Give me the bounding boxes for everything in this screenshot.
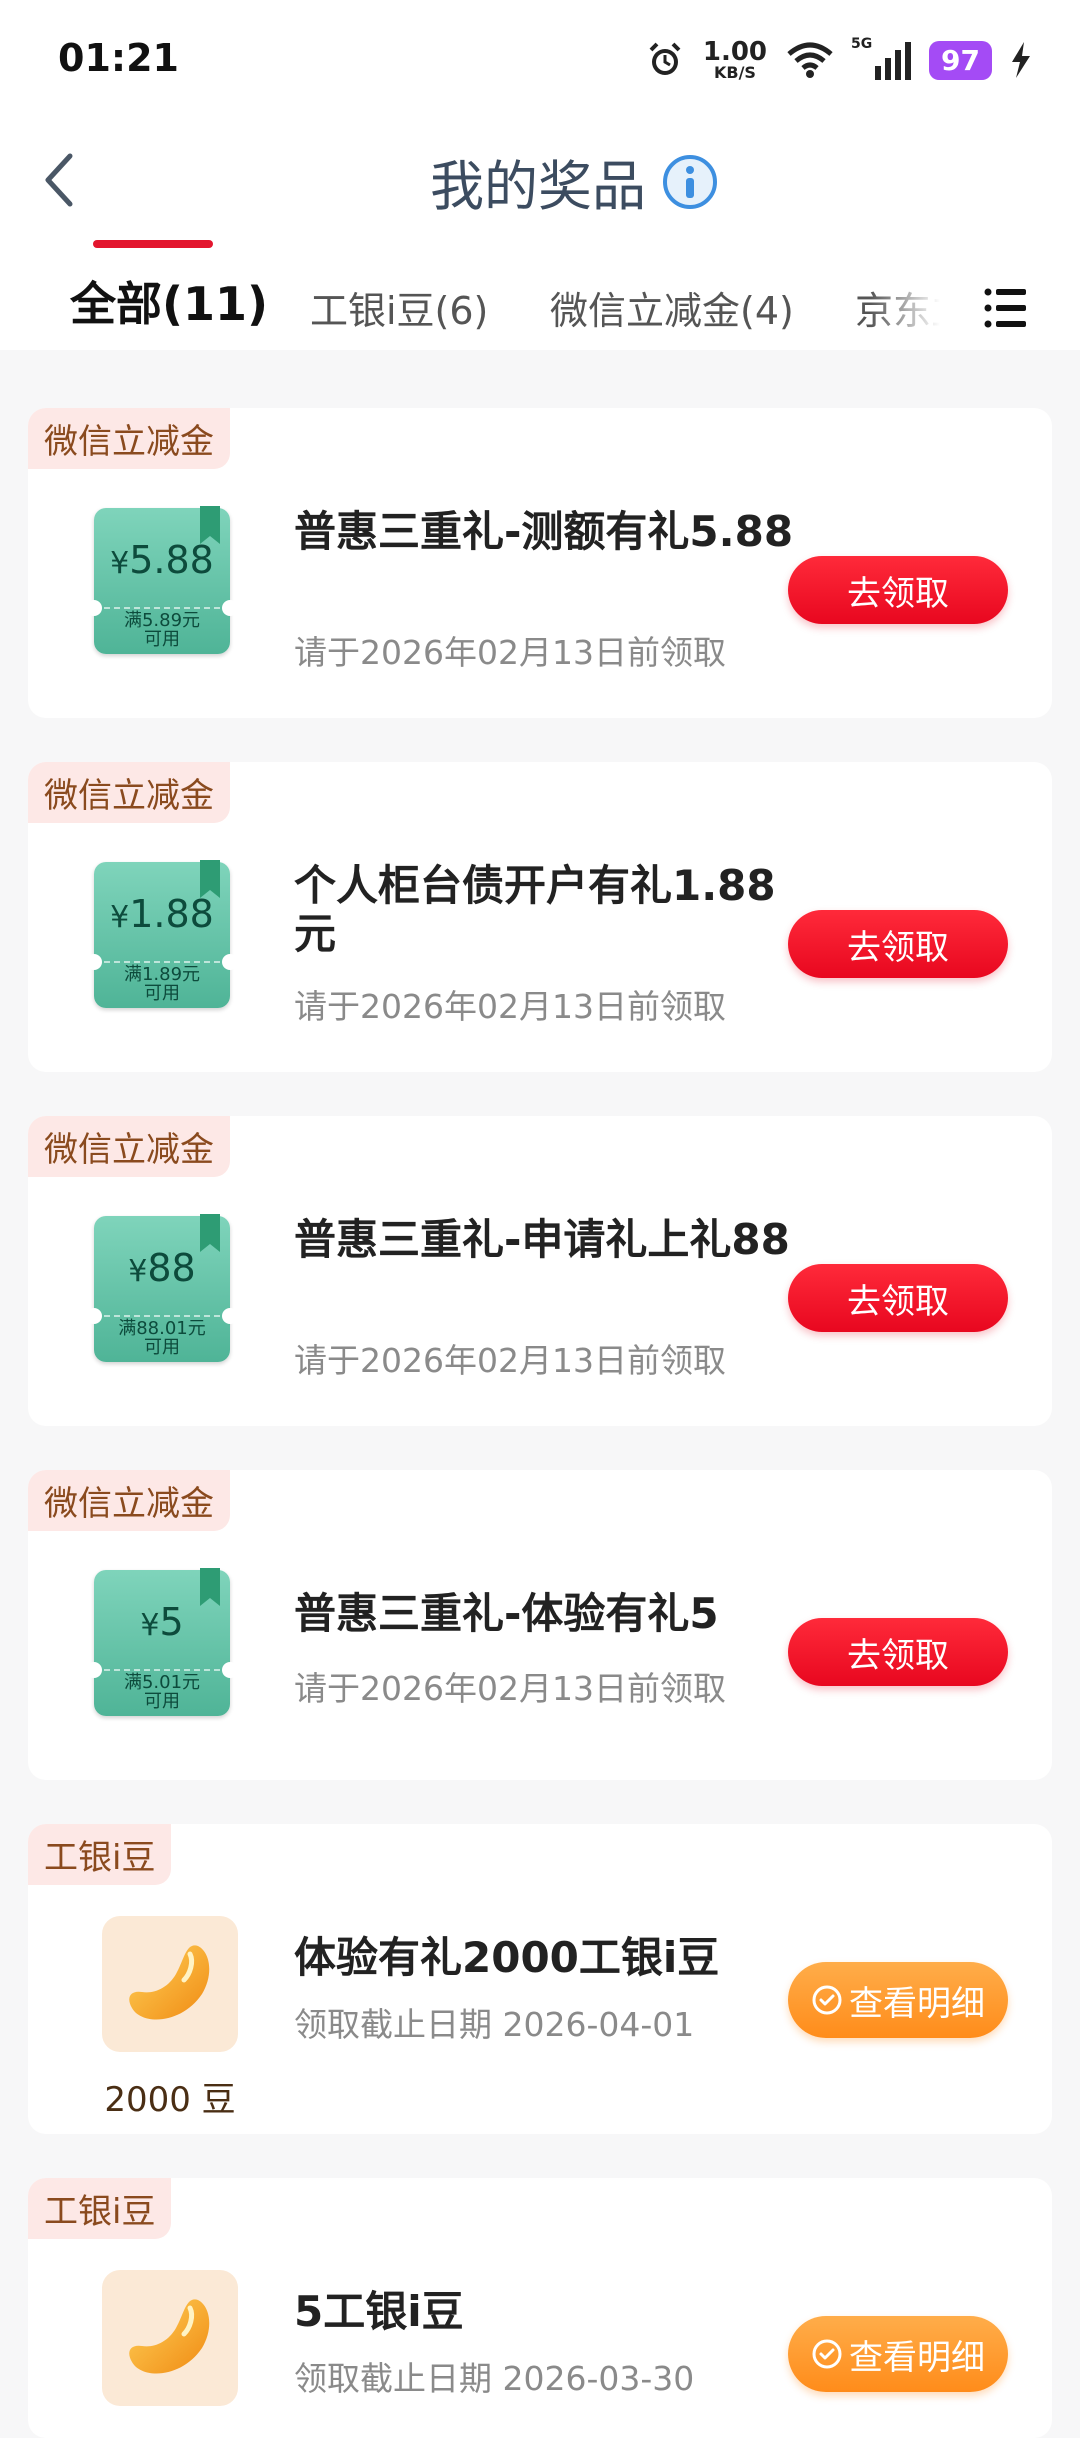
alarm-icon (649, 42, 681, 75)
prize-card: 微信立减金 ¥1.88 满1.89元 可用 个人柜台债开户有礼1.88元 请于20… (28, 762, 1052, 1072)
coupon-usable: 可用 (144, 1336, 180, 1358)
bean-amount: 2000 豆 (104, 2080, 236, 2120)
claim-button[interactable]: 去领取 (788, 1264, 1008, 1332)
coupon-usable: 可用 (144, 982, 180, 1004)
coupon-thumbnail: ¥88 满88.01元 可用 (86, 1214, 238, 1362)
bookmark-icon (200, 860, 220, 898)
charging-icon (1012, 42, 1030, 78)
title-group: 我的奖品 (430, 142, 718, 221)
signal-label: 5G (851, 36, 873, 52)
prize-type-tag: 微信立减金 (28, 408, 230, 469)
prize-name: 体验有礼2000工银i豆 (294, 1933, 720, 1982)
prize-deadline: 请于2026年02月13日前领取 (294, 633, 726, 672)
coupon-value: ¥88 (94, 1246, 230, 1290)
prize-deadline: 领取截止日期 2026-03-30 (294, 2359, 695, 2398)
net-speed-value: 1.00 (702, 37, 768, 67)
prize-name: 普惠三重礼-申请礼上礼88 (294, 1215, 790, 1264)
tab-icbc-beans[interactable]: 工银i豆(6) (310, 280, 488, 370)
info-icon[interactable] (662, 154, 718, 210)
back-arrow-icon[interactable] (36, 148, 84, 212)
bean-icon (129, 1945, 210, 2020)
bookmark-icon (200, 1214, 220, 1252)
coupon-amount: 88 (147, 1246, 196, 1290)
prize-type-tag: 微信立减金 (28, 762, 230, 823)
view-details-button[interactable]: 查看明细 (788, 2316, 1008, 2392)
bean-thumbnail (102, 2270, 238, 2406)
coupon-condition: 满5.89元 可用 (94, 611, 230, 650)
bean-icon (129, 2299, 210, 2374)
tab-wechat-discount[interactable]: 微信立减金(4) (550, 280, 794, 370)
clock: 01:21 (58, 36, 179, 80)
coupon-currency: ¥ (140, 1608, 160, 1643)
cell-signal-icon: 5G (851, 36, 912, 80)
prize-card: 微信立减金 ¥5 满5.01元 可用 普惠三重礼-体验有礼5 请于2026年02月… (28, 1470, 1052, 1780)
coupon-thumbnail: ¥5.88 满5.89元 可用 (86, 506, 238, 654)
coupon-value: ¥5 (94, 1600, 230, 1644)
coupon-condition: 满88.01元 可用 (94, 1319, 230, 1358)
prize-type-tag: 工银i豆 (28, 2178, 172, 2239)
coupon-value: ¥1.88 (94, 892, 230, 936)
claim-button[interactable]: 去领取 (788, 1618, 1008, 1686)
prize-deadline: 请于2026年02月13日前领取 (294, 1669, 726, 1708)
bookmark-icon (200, 506, 220, 544)
status-icons: 1.00 KB/S 5G 97 (645, 30, 1032, 90)
bean-thumbnail (102, 1916, 238, 2052)
list-menu-icon[interactable] (984, 286, 1028, 330)
prize-type-tag: 微信立减金 (28, 1470, 230, 1531)
coupon-usable: 可用 (144, 1690, 180, 1712)
coupon-usable: 可用 (144, 628, 180, 650)
status-bar: 01:21 1.00 KB/S 5G 97 (0, 0, 1080, 120)
claim-button[interactable]: 去领取 (788, 556, 1008, 624)
prize-card: 工银i豆 5工银i豆 领取截止日期 2026-03-30 查看明细 (28, 2178, 1052, 2438)
coupon-amount: 1.88 (129, 892, 214, 936)
view-details-label: 查看明细 (849, 1983, 985, 2024)
prize-deadline: 请于2026年02月13日前领取 (294, 987, 726, 1026)
prize-name: 5工银i豆 (294, 2287, 464, 2336)
battery-level: 97 (929, 40, 992, 80)
prize-card: 微信立减金 ¥5.88 满5.89元 可用 普惠三重礼-测额有礼5.88 请于20… (28, 408, 1052, 718)
coupon-amount: 5.88 (129, 538, 214, 582)
check-circle-icon (812, 1985, 842, 2015)
prize-deadline: 领取截止日期 2026-04-01 (294, 2005, 695, 2044)
view-details-label: 查看明细 (849, 2337, 985, 2378)
coupon-currency: ¥ (110, 546, 130, 581)
prize-name: 个人柜台债开户有礼1.88元 (294, 861, 776, 959)
prize-deadline: 请于2026年02月13日前领取 (294, 1341, 726, 1380)
net-speed: 1.00 KB/S (703, 39, 767, 81)
coupon-currency: ¥ (110, 900, 130, 935)
coupon-value: ¥5.88 (94, 538, 230, 582)
prize-type-tag: 工银i豆 (28, 1824, 172, 1885)
wifi-icon (787, 42, 833, 78)
tab-all[interactable]: 全部(11) (70, 268, 268, 358)
bookmark-icon (200, 1568, 220, 1606)
prize-card: 微信立减金 ¥88 满88.01元 可用 普惠三重礼-申请礼上礼88 请于2026… (28, 1116, 1052, 1426)
coupon-thumbnail: ¥5 满5.01元 可用 (86, 1568, 238, 1716)
check-circle-icon (812, 2339, 842, 2369)
page-title: 我的奖品 (430, 155, 646, 218)
coupon-thumbnail: ¥1.88 满1.89元 可用 (86, 860, 238, 1008)
prize-card: 工银i豆 2000 豆 体验有礼2000工银i豆 领取截止日期 2026-04-… (28, 1824, 1052, 2134)
prize-type-tag: 微信立减金 (28, 1116, 230, 1177)
header: 我的奖品 全部(11) 工银i豆(6) 微信立减金(4) 京东立 (0, 120, 1080, 350)
net-speed-unit: KB/S (713, 63, 756, 82)
active-tab-indicator (93, 240, 213, 248)
claim-button[interactable]: 去领取 (788, 910, 1008, 978)
view-details-button[interactable]: 查看明细 (788, 1962, 1008, 2038)
tab-fade (870, 260, 970, 350)
prize-name: 普惠三重礼-测额有礼5.88 (294, 507, 794, 556)
prize-name: 普惠三重礼-体验有礼5 (294, 1589, 719, 1638)
coupon-amount: 5 (159, 1600, 184, 1644)
coupon-currency: ¥ (128, 1254, 148, 1289)
coupon-condition: 满5.01元 可用 (94, 1673, 230, 1712)
coupon-condition: 满1.89元 可用 (94, 965, 230, 1004)
